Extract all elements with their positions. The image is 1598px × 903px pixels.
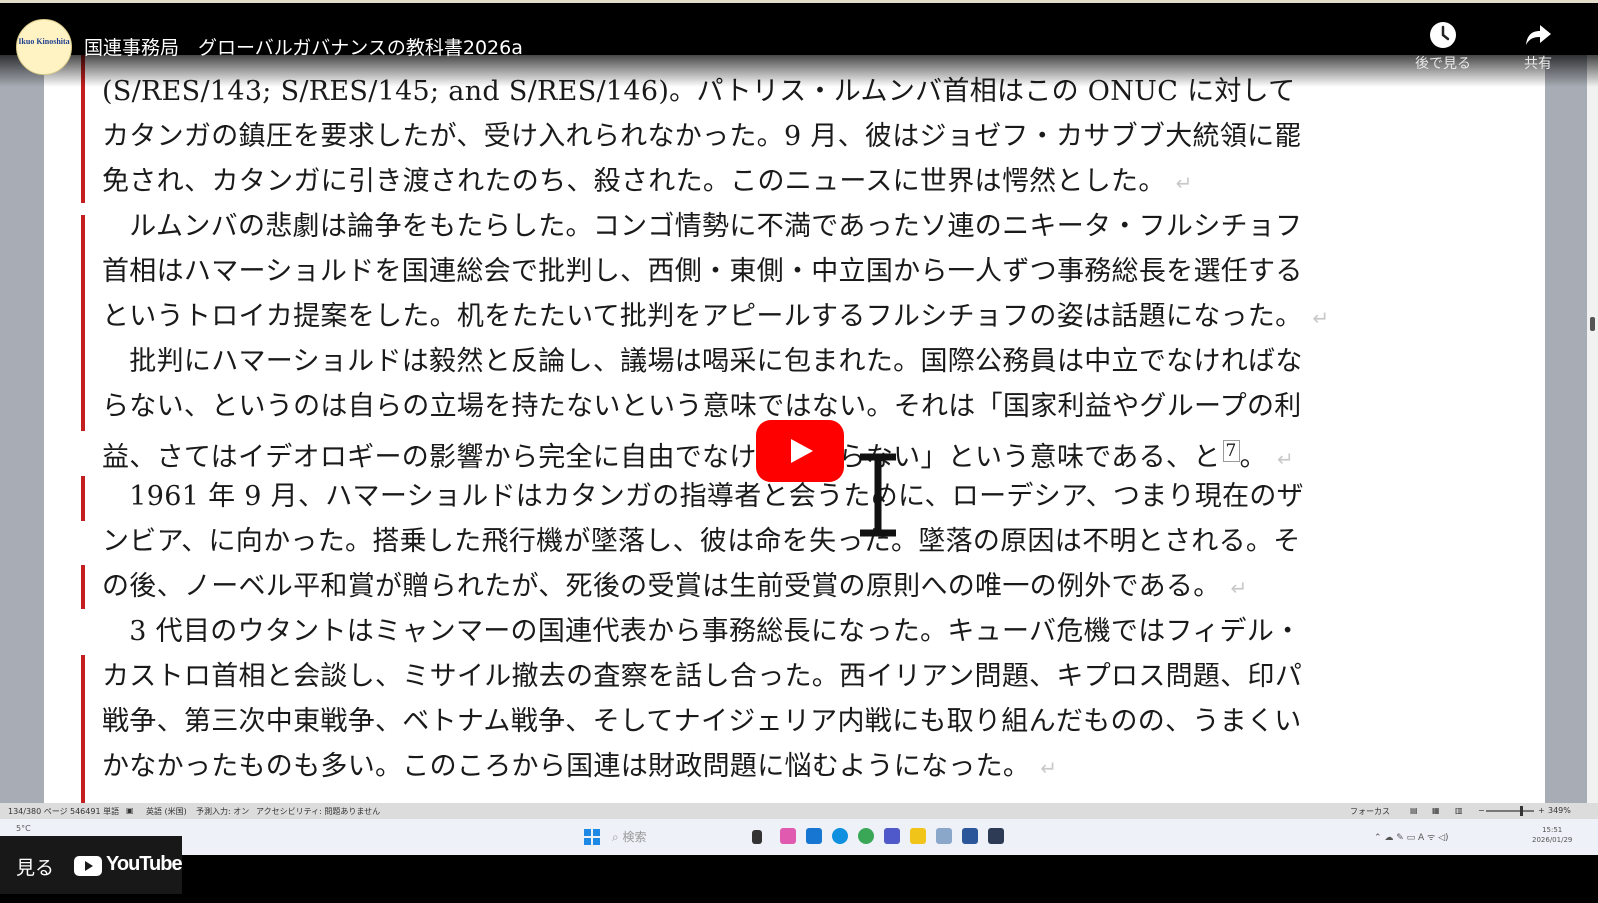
text-line-content: 益、さてはイデオロギーの影響から完全に自由でなければならない」という意味である、… <box>102 442 1221 473</box>
editor-margin-right <box>1545 55 1587 803</box>
app-icon[interactable] <box>988 828 1004 844</box>
scrollbar-thumb[interactable] <box>1590 317 1595 331</box>
language-indicator[interactable]: 英語 (米国) <box>146 806 187 817</box>
file-explorer-icon[interactable] <box>910 828 926 844</box>
revision-bar <box>81 565 85 609</box>
text-cursor-icon <box>860 453 896 537</box>
text-line: カストロ首相と会談し、ミサイル撤去の査察を話し合った。西イリアン問題、キプロス問… <box>102 661 1303 692</box>
proofing-icon[interactable]: ▣ <box>126 806 134 815</box>
text-line: かなかったものも多い。このころから国連は財政問題に悩むようになった。 ↵ <box>102 744 1057 789</box>
share-label: 共有 <box>1524 56 1552 72</box>
video-title[interactable]: 国連事務局 グローバルガバナンスの教科書2026a <box>84 33 523 60</box>
paragraph-mark: ↵ <box>1276 447 1294 471</box>
text-line: 批判にハマーショルドは毅然と反論し、議場は喝采に包まれた。国際公務員は中立でなけ… <box>102 346 1303 377</box>
copilot-icon[interactable] <box>780 828 796 844</box>
editor-margin-left <box>0 55 44 803</box>
settings-icon[interactable] <box>936 828 952 844</box>
text-line: 益、さてはイデオロギーの影響から完全に自由でなければならない」という意味である、… <box>102 429 1294 474</box>
chrome-icon[interactable] <box>858 828 874 844</box>
channel-avatar-text: Ikuo Kinoshita <box>18 37 70 46</box>
watch-on-label: 見る <box>16 857 55 879</box>
word-icon[interactable] <box>962 828 978 844</box>
text-line-content: 免され、カタンガに引き渡されたのち、殺された。このニュースに世界は愕然とした。 <box>102 166 1166 197</box>
text-line: の後、ノーベル平和賞が贈られたが、死後の受賞は生前受賞の原則への唯一の例外である… <box>102 564 1248 609</box>
watch-later-button[interactable]: 後で見る <box>1403 21 1483 73</box>
paragraph-mark: ↵ <box>1040 756 1058 780</box>
system-tray-icons[interactable]: ⌃ ☁ ✎ ▭ A ᯤ ◁) <box>1374 830 1449 843</box>
youtube-logo-icon <box>74 856 102 876</box>
text-line: らない、というのは自らの立場を持たないという意味ではない。それは「国家利益やグル… <box>102 391 1302 422</box>
play-button[interactable] <box>756 420 844 482</box>
clock-icon <box>1430 22 1456 48</box>
edge-icon[interactable] <box>832 828 848 844</box>
text-line: というトロイカ提案をした。机をたたいて批判をアピールするフルシチョフの姿は話題に… <box>102 294 1329 339</box>
zoom-slider[interactable] <box>1486 810 1534 812</box>
share-icon <box>1526 25 1551 45</box>
word-count[interactable]: 546491 単語 <box>70 806 119 817</box>
focus-mode-button[interactable]: フォーカス <box>1350 806 1390 817</box>
task-view-icon[interactable] <box>752 830 762 844</box>
windows-taskbar: 5°C ⌕ 検索 ⌃ ☁ ✎ ▭ A ᯤ ◁) 15:51 2026/01/29 <box>0 819 1598 855</box>
taskbar-clock[interactable]: 15:51 2026/01/29 <box>1532 825 1572 845</box>
vertical-scrollbar[interactable] <box>1587 55 1598 803</box>
text-line: ルムンバの悲劇は論争をもたらした。コンゴ情勢に不満であったソ連のニキータ・フルシ… <box>102 211 1303 242</box>
read-mode-icon[interactable]: ▤ <box>1410 806 1418 815</box>
channel-avatar[interactable]: Ikuo Kinoshita <box>16 19 72 75</box>
text-line: 免され、カタンガに引き渡されたのち、殺された。このニュースに世界は愕然とした。 ↵ <box>102 159 1193 204</box>
watch-on-youtube-button[interactable]: 見る YouTube <box>0 836 183 894</box>
footnote-reference[interactable]: 7 <box>1222 440 1240 462</box>
word-status-bar: 134/380 ページ 546491 単語 ▣ 英語 (米国) 予測入力: オン… <box>0 803 1598 819</box>
revision-bar <box>81 655 85 803</box>
youtube-wordmark: YouTube <box>106 853 183 875</box>
app-icon[interactable] <box>806 828 822 844</box>
watch-later-label: 後で見る <box>1415 56 1471 72</box>
revision-bar <box>81 476 85 521</box>
accessibility-status[interactable]: アクセシビリティ: 問題ありません <box>256 806 380 817</box>
taskbar-search-placeholder: 検索 <box>622 830 647 844</box>
paragraph-mark: ↵ <box>1312 306 1330 330</box>
revision-bar <box>81 215 85 431</box>
taskbar-search[interactable]: ⌕ 検索 <box>612 828 732 846</box>
start-button-icon[interactable] <box>584 829 600 845</box>
text-line: 3 代目のウタントはミャンマーの国連代表から事務総長になった。キューバ危機ではフ… <box>102 616 1302 647</box>
web-layout-icon[interactable]: ▥ <box>1455 806 1463 815</box>
paragraph-mark: ↵ <box>1230 576 1248 600</box>
zoom-slider-knob[interactable] <box>1520 806 1523 816</box>
text-line: カタンガの鎮圧を要求したが、受け入れられなかった。9 月、彼はジョゼフ・カサブブ… <box>102 121 1302 152</box>
text-line: 1961 年 9 月、ハマーショルドはカタンガの指導者と会うために、ローデシア、… <box>102 481 1304 512</box>
teams-icon[interactable] <box>884 828 900 844</box>
predict-indicator[interactable]: 予測入力: オン <box>196 806 249 817</box>
text-line: ンビア、に向かった。搭乗した飛行機が墜落し、彼は命を失った。墜落の原因は不明とさ… <box>102 526 1301 557</box>
page-count[interactable]: 134/380 ページ <box>8 806 68 817</box>
play-icon <box>791 439 813 463</box>
text-line-content: というトロイカ提案をした。机をたたいて批判をアピールするフルシチョフの姿は話題に… <box>102 301 1303 332</box>
paragraph-mark: ↵ <box>1175 171 1193 195</box>
weather-widget[interactable]: 5°C <box>16 824 31 833</box>
zoom-in-icon[interactable]: + <box>1538 806 1545 815</box>
text-line-content: かなかったものも多い。このころから国連は財政問題に悩むようになった。 <box>102 751 1031 782</box>
zoom-level[interactable]: 349% <box>1548 806 1571 815</box>
youtube-header: Ikuo Kinoshita 国連事務局 グローバルガバナンスの教科書2026a… <box>0 3 1598 87</box>
text-line: 戦争、第三次中東戦争、ベトナム戦争、そしてナイジェリア内戦にも取り組んだものの、… <box>102 706 1302 737</box>
taskbar-date: 2026/01/29 <box>1532 836 1573 844</box>
print-layout-icon[interactable]: ▦ <box>1432 806 1440 815</box>
text-line: 首相はハマーショルドを国連総会で批判し、西側・東側・中立国から一人ずつ事務総長を… <box>102 256 1303 287</box>
footnote-tail: 。 <box>1239 442 1267 473</box>
zoom-out-icon[interactable]: − <box>1478 806 1485 815</box>
share-button[interactable]: 共有 <box>1498 21 1578 73</box>
taskbar-time: 15:51 <box>1542 826 1563 834</box>
text-line-content: の後、ノーベル平和賞が贈られたが、死後の受賞は生前受賞の原則への唯一の例外である… <box>102 571 1221 602</box>
